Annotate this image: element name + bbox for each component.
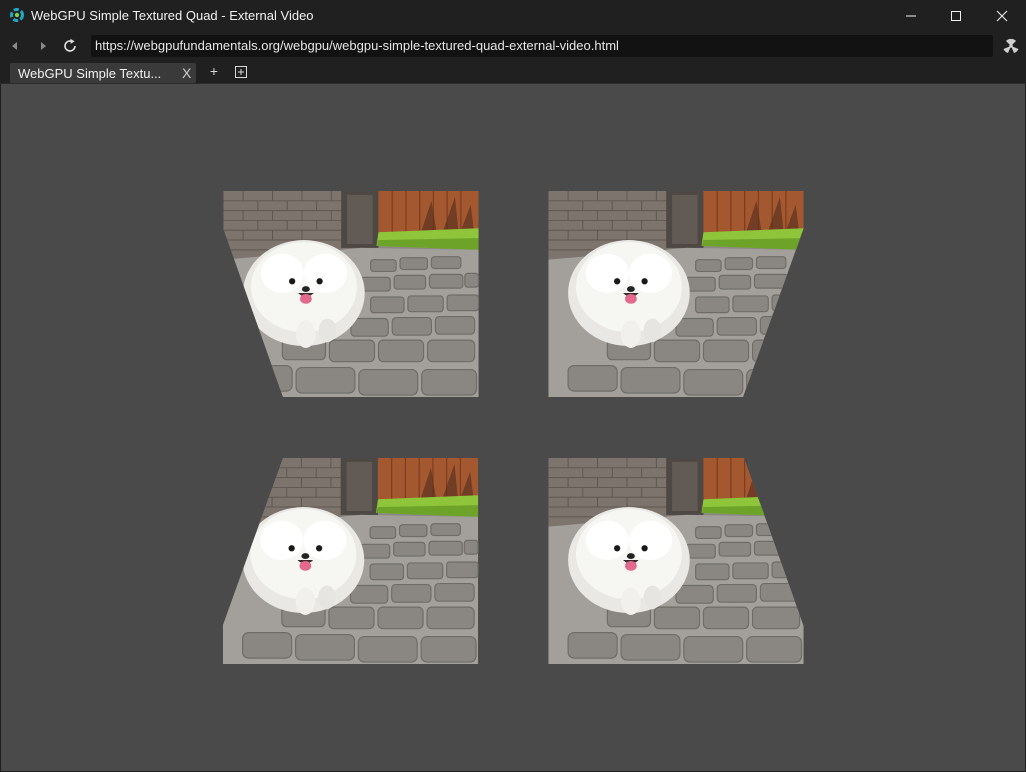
minimize-button[interactable]	[888, 0, 934, 31]
extension-icon[interactable]	[1002, 38, 1020, 54]
reload-icon	[64, 38, 76, 52]
forward-button[interactable]	[33, 36, 53, 56]
page-viewport	[1, 84, 1025, 771]
maximize-button[interactable]	[933, 0, 979, 31]
reload-button[interactable]	[60, 36, 80, 56]
textured-quad-top-right	[547, 191, 805, 397]
new-tab-button[interactable]: +	[206, 63, 222, 81]
textured-quad-bottom-right	[547, 458, 805, 664]
navigation-bar: https://webgpufundamentals.org/webgpu/we…	[0, 31, 1026, 61]
tab-strip: WebGPU Simple Textu... X +	[0, 61, 1026, 84]
address-bar[interactable]: https://webgpufundamentals.org/webgpu/we…	[91, 35, 993, 57]
textured-quad-top-left	[222, 191, 480, 397]
back-arrow-icon	[12, 42, 17, 50]
title-bar: WebGPU Simple Textured Quad - External V…	[0, 0, 1026, 31]
minimize-icon	[906, 15, 916, 16]
close-window-button[interactable]	[979, 0, 1025, 31]
webgpu-canvas[interactable]	[1, 84, 1025, 771]
tab-active[interactable]: WebGPU Simple Textu... X	[10, 63, 196, 83]
textured-quad-bottom-left	[222, 458, 479, 664]
back-button[interactable]	[5, 36, 25, 56]
tab-label: WebGPU Simple Textu...	[18, 66, 162, 81]
forward-arrow-icon	[41, 42, 46, 50]
app-icon	[10, 8, 24, 22]
window-title: WebGPU Simple Textured Quad - External V…	[31, 8, 314, 23]
new-window-icon[interactable]	[234, 65, 248, 79]
maximize-icon	[951, 10, 961, 21]
close-icon	[996, 10, 1008, 21]
tab-close-button[interactable]: X	[182, 65, 191, 81]
